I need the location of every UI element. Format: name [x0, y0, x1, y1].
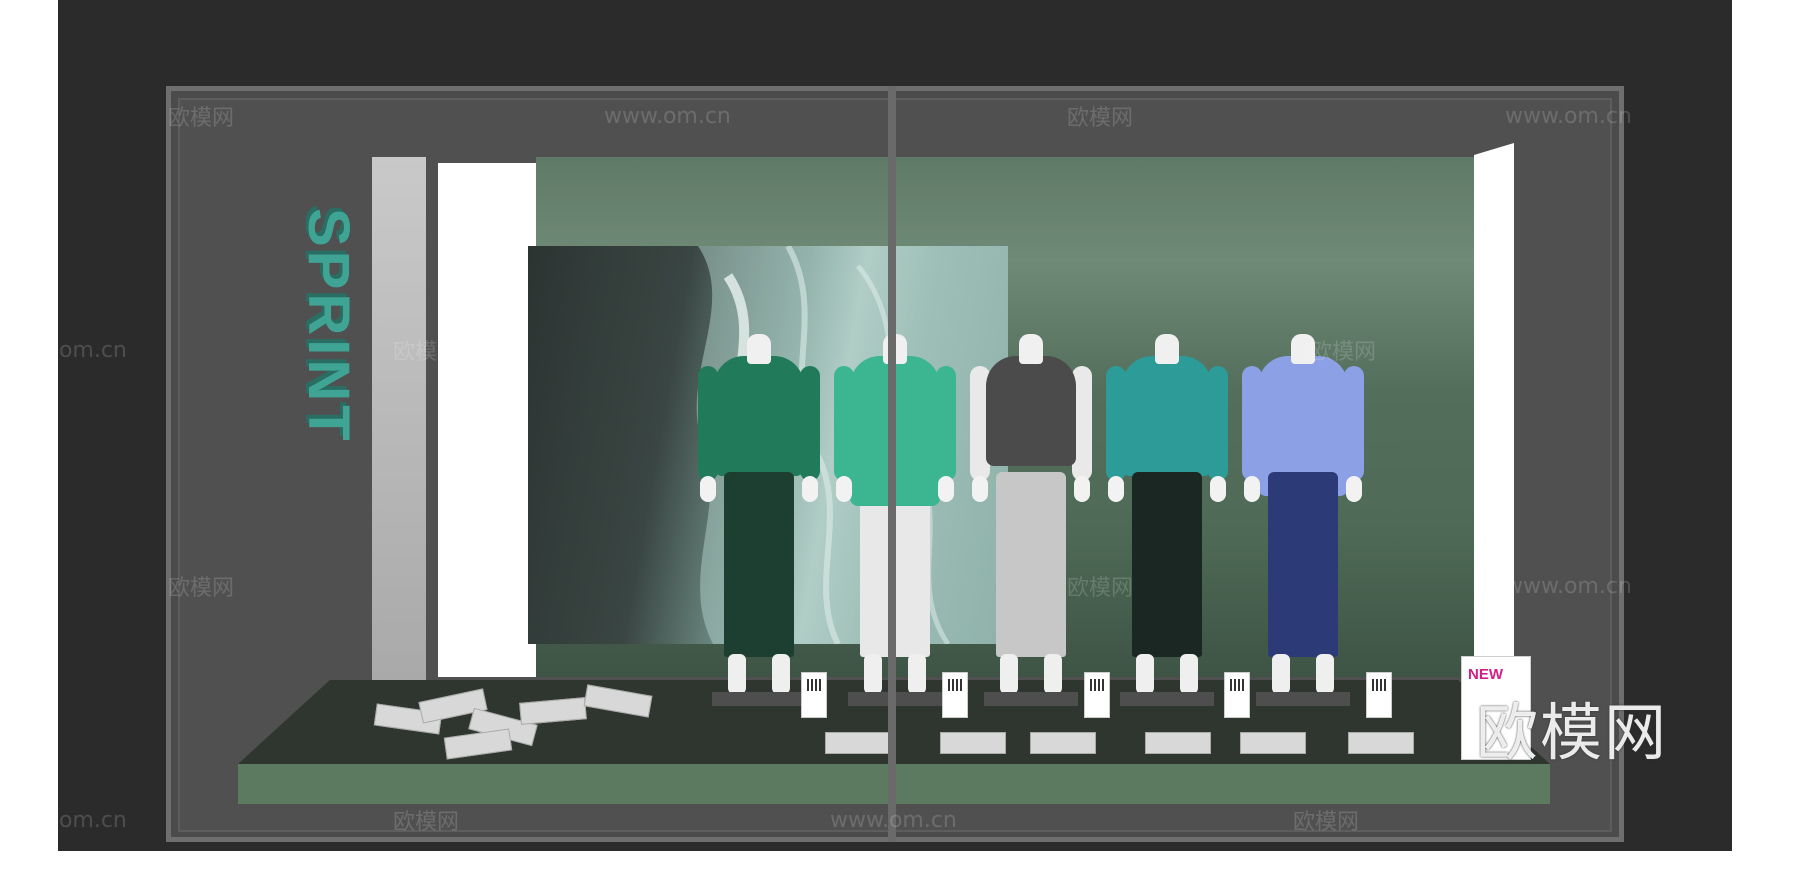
watermark-logo: 欧模网	[168, 106, 235, 131]
watermark-logo: 欧模网	[1310, 340, 1377, 365]
flyer	[1240, 732, 1306, 754]
gray-pillar	[372, 157, 426, 680]
flyer	[1145, 732, 1211, 754]
watermark-logo: 欧模网	[168, 576, 235, 601]
brand-sign: SPRINT	[296, 208, 361, 445]
price-card	[942, 672, 968, 718]
watermark-logo: 欧模网	[393, 810, 460, 835]
watermark-url: www.om.cn	[1505, 574, 1632, 599]
watermark-logo: 欧模网	[1067, 576, 1134, 601]
watermark-logo: 欧模网	[393, 340, 460, 365]
poster-title: NEW	[1468, 666, 1503, 683]
flyer	[940, 732, 1006, 754]
mannequin-5	[1238, 334, 1368, 709]
watermark-url: www.om.cn	[1505, 104, 1632, 129]
watermark-url: www.om.cn	[830, 808, 957, 833]
price-card	[1366, 672, 1392, 718]
price-card	[1084, 672, 1110, 718]
flyer	[1030, 732, 1096, 754]
watermark-url: www.om.cn	[604, 104, 731, 129]
flyer	[1348, 732, 1414, 754]
watermark-url: www.om.cn	[0, 338, 127, 363]
watermark-logo-large: 欧模网	[1476, 696, 1669, 769]
white-wall-panel-left	[438, 163, 536, 677]
price-card	[1224, 672, 1250, 718]
price-card	[801, 672, 827, 718]
glass-divider	[888, 86, 896, 842]
watermark-logo: 欧模网	[1293, 810, 1360, 835]
mannequin-4	[1102, 334, 1232, 709]
watermark-logo: 欧模网	[1067, 106, 1134, 131]
mannequin-3	[966, 334, 1096, 709]
mannequin-1	[694, 334, 824, 709]
watermark-url: www.om.cn	[0, 808, 127, 833]
flyer	[825, 732, 891, 754]
